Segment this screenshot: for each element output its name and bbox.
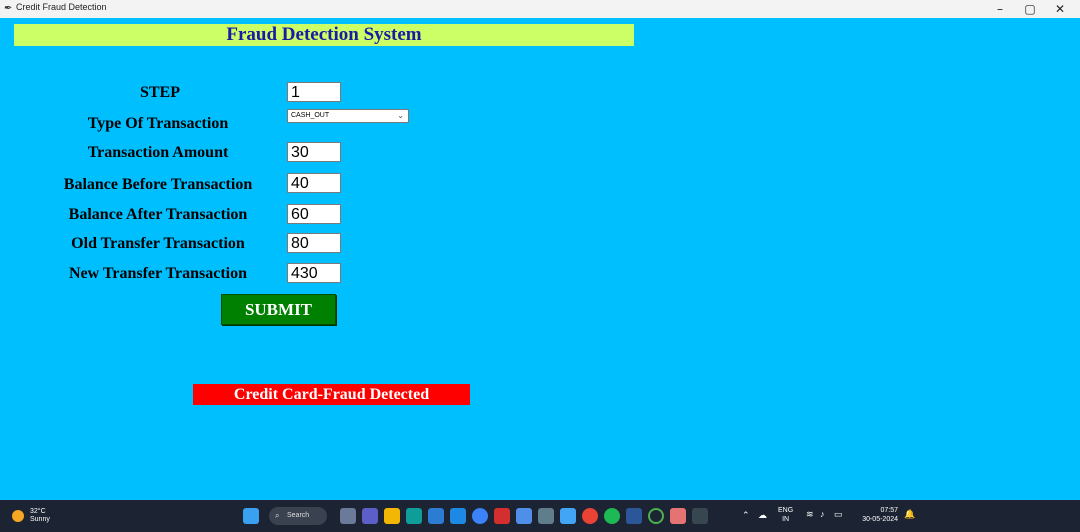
transaction-amount-input[interactable]: 30 [287, 142, 341, 162]
step-label: STEP [139, 84, 180, 101]
clock-date: 30-05-2024 [862, 516, 898, 523]
cloud-icon[interactable]: ☁ [758, 510, 767, 521]
fraud-result-banner: Credit Card-Fraud Detected [193, 384, 470, 405]
task-view-icon[interactable] [340, 508, 356, 524]
teams-chat-icon[interactable] [362, 508, 378, 524]
type-selected-value: CASH_OUT [291, 112, 330, 119]
wifi-icon[interactable]: ≋ [806, 509, 814, 520]
close-button[interactable]: ✕ [1045, 0, 1075, 18]
transaction-amount-label: Transaction Amount [87, 144, 229, 161]
balance-after-input[interactable]: 60 [287, 204, 341, 224]
vscode-icon[interactable] [450, 508, 466, 524]
type-of-transaction-label: Type Of Transaction [87, 115, 229, 132]
file-explorer-icon[interactable] [384, 508, 400, 524]
python-feather-icon[interactable] [692, 508, 708, 524]
maximize-button[interactable]: ▢ [1015, 0, 1045, 18]
balance-before-label: Balance Before Transaction [63, 176, 253, 193]
language-region: IN [782, 516, 790, 523]
minimize-button[interactable]: – [985, 0, 1015, 18]
windows-start-icon[interactable] [243, 508, 259, 524]
search-label: Search [287, 512, 310, 519]
clock[interactable]: 07:57 30-05-2024 [850, 506, 898, 524]
balance-after-label: Balance After Transaction [68, 206, 248, 223]
word-icon[interactable] [626, 508, 642, 524]
window-title: Credit Fraud Detection [16, 2, 107, 12]
language-indicator[interactable]: ENG IN [778, 506, 793, 524]
weather-sun-icon[interactable] [12, 510, 24, 522]
header-bar: Fraud Detection System [14, 24, 634, 46]
volume-icon[interactable]: ♪ [820, 509, 825, 519]
windows-taskbar: 32°C Sunny ⌕ Search ⌃ ☁ ENG IN ≋ ♪ ▭ 07:… [0, 500, 1080, 532]
chrome-icon[interactable] [582, 508, 598, 524]
weather-widget[interactable]: 32°C Sunny [30, 508, 50, 524]
help-icon[interactable] [472, 508, 488, 524]
edge-browser-icon[interactable] [406, 508, 422, 524]
weather-temp: 32°C [30, 508, 46, 515]
notification-bell-icon[interactable]: 🔔 [904, 509, 915, 520]
search-icon: ⌕ [275, 511, 280, 520]
chevron-down-icon[interactable]: ⌄ [397, 110, 404, 122]
step-input[interactable]: 1 [287, 82, 341, 102]
new-transfer-input[interactable]: 430 [287, 263, 341, 283]
snipping-tool-icon[interactable] [670, 508, 686, 524]
notepad-icon[interactable] [516, 508, 532, 524]
photos-icon[interactable] [560, 508, 576, 524]
mcafee-icon[interactable] [494, 508, 510, 524]
weather-desc: Sunny [30, 516, 50, 523]
new-transfer-label: New Transfer Transaction [68, 265, 248, 282]
window-titlebar: ✒ Credit Fraud Detection – ▢ ✕ [0, 0, 1080, 19]
app-feather-icon: ✒ [4, 3, 13, 14]
balance-before-input[interactable]: 40 [287, 173, 341, 193]
store-icon[interactable] [428, 508, 444, 524]
tray-chevron-up-icon[interactable]: ⌃ [742, 510, 750, 521]
page-title: Fraud Detection System [226, 24, 422, 45]
circle-app-icon[interactable] [648, 508, 664, 524]
clock-time: 07:57 [880, 507, 898, 514]
old-transfer-label: Old Transfer Transaction [71, 235, 245, 252]
type-of-transaction-select[interactable]: CASH_OUT ⌄ [287, 109, 409, 123]
taskbar-search[interactable]: ⌕ Search [269, 507, 327, 525]
app-client-area: Fraud Detection System STEP 1 Type Of Tr… [0, 18, 1080, 500]
submit-button[interactable]: SUBMIT [221, 294, 336, 325]
spotify-icon[interactable] [604, 508, 620, 524]
battery-icon[interactable]: ▭ [834, 509, 843, 520]
terminal-icon[interactable] [538, 508, 554, 524]
language-code: ENG [778, 507, 794, 514]
old-transfer-input[interactable]: 80 [287, 233, 341, 253]
